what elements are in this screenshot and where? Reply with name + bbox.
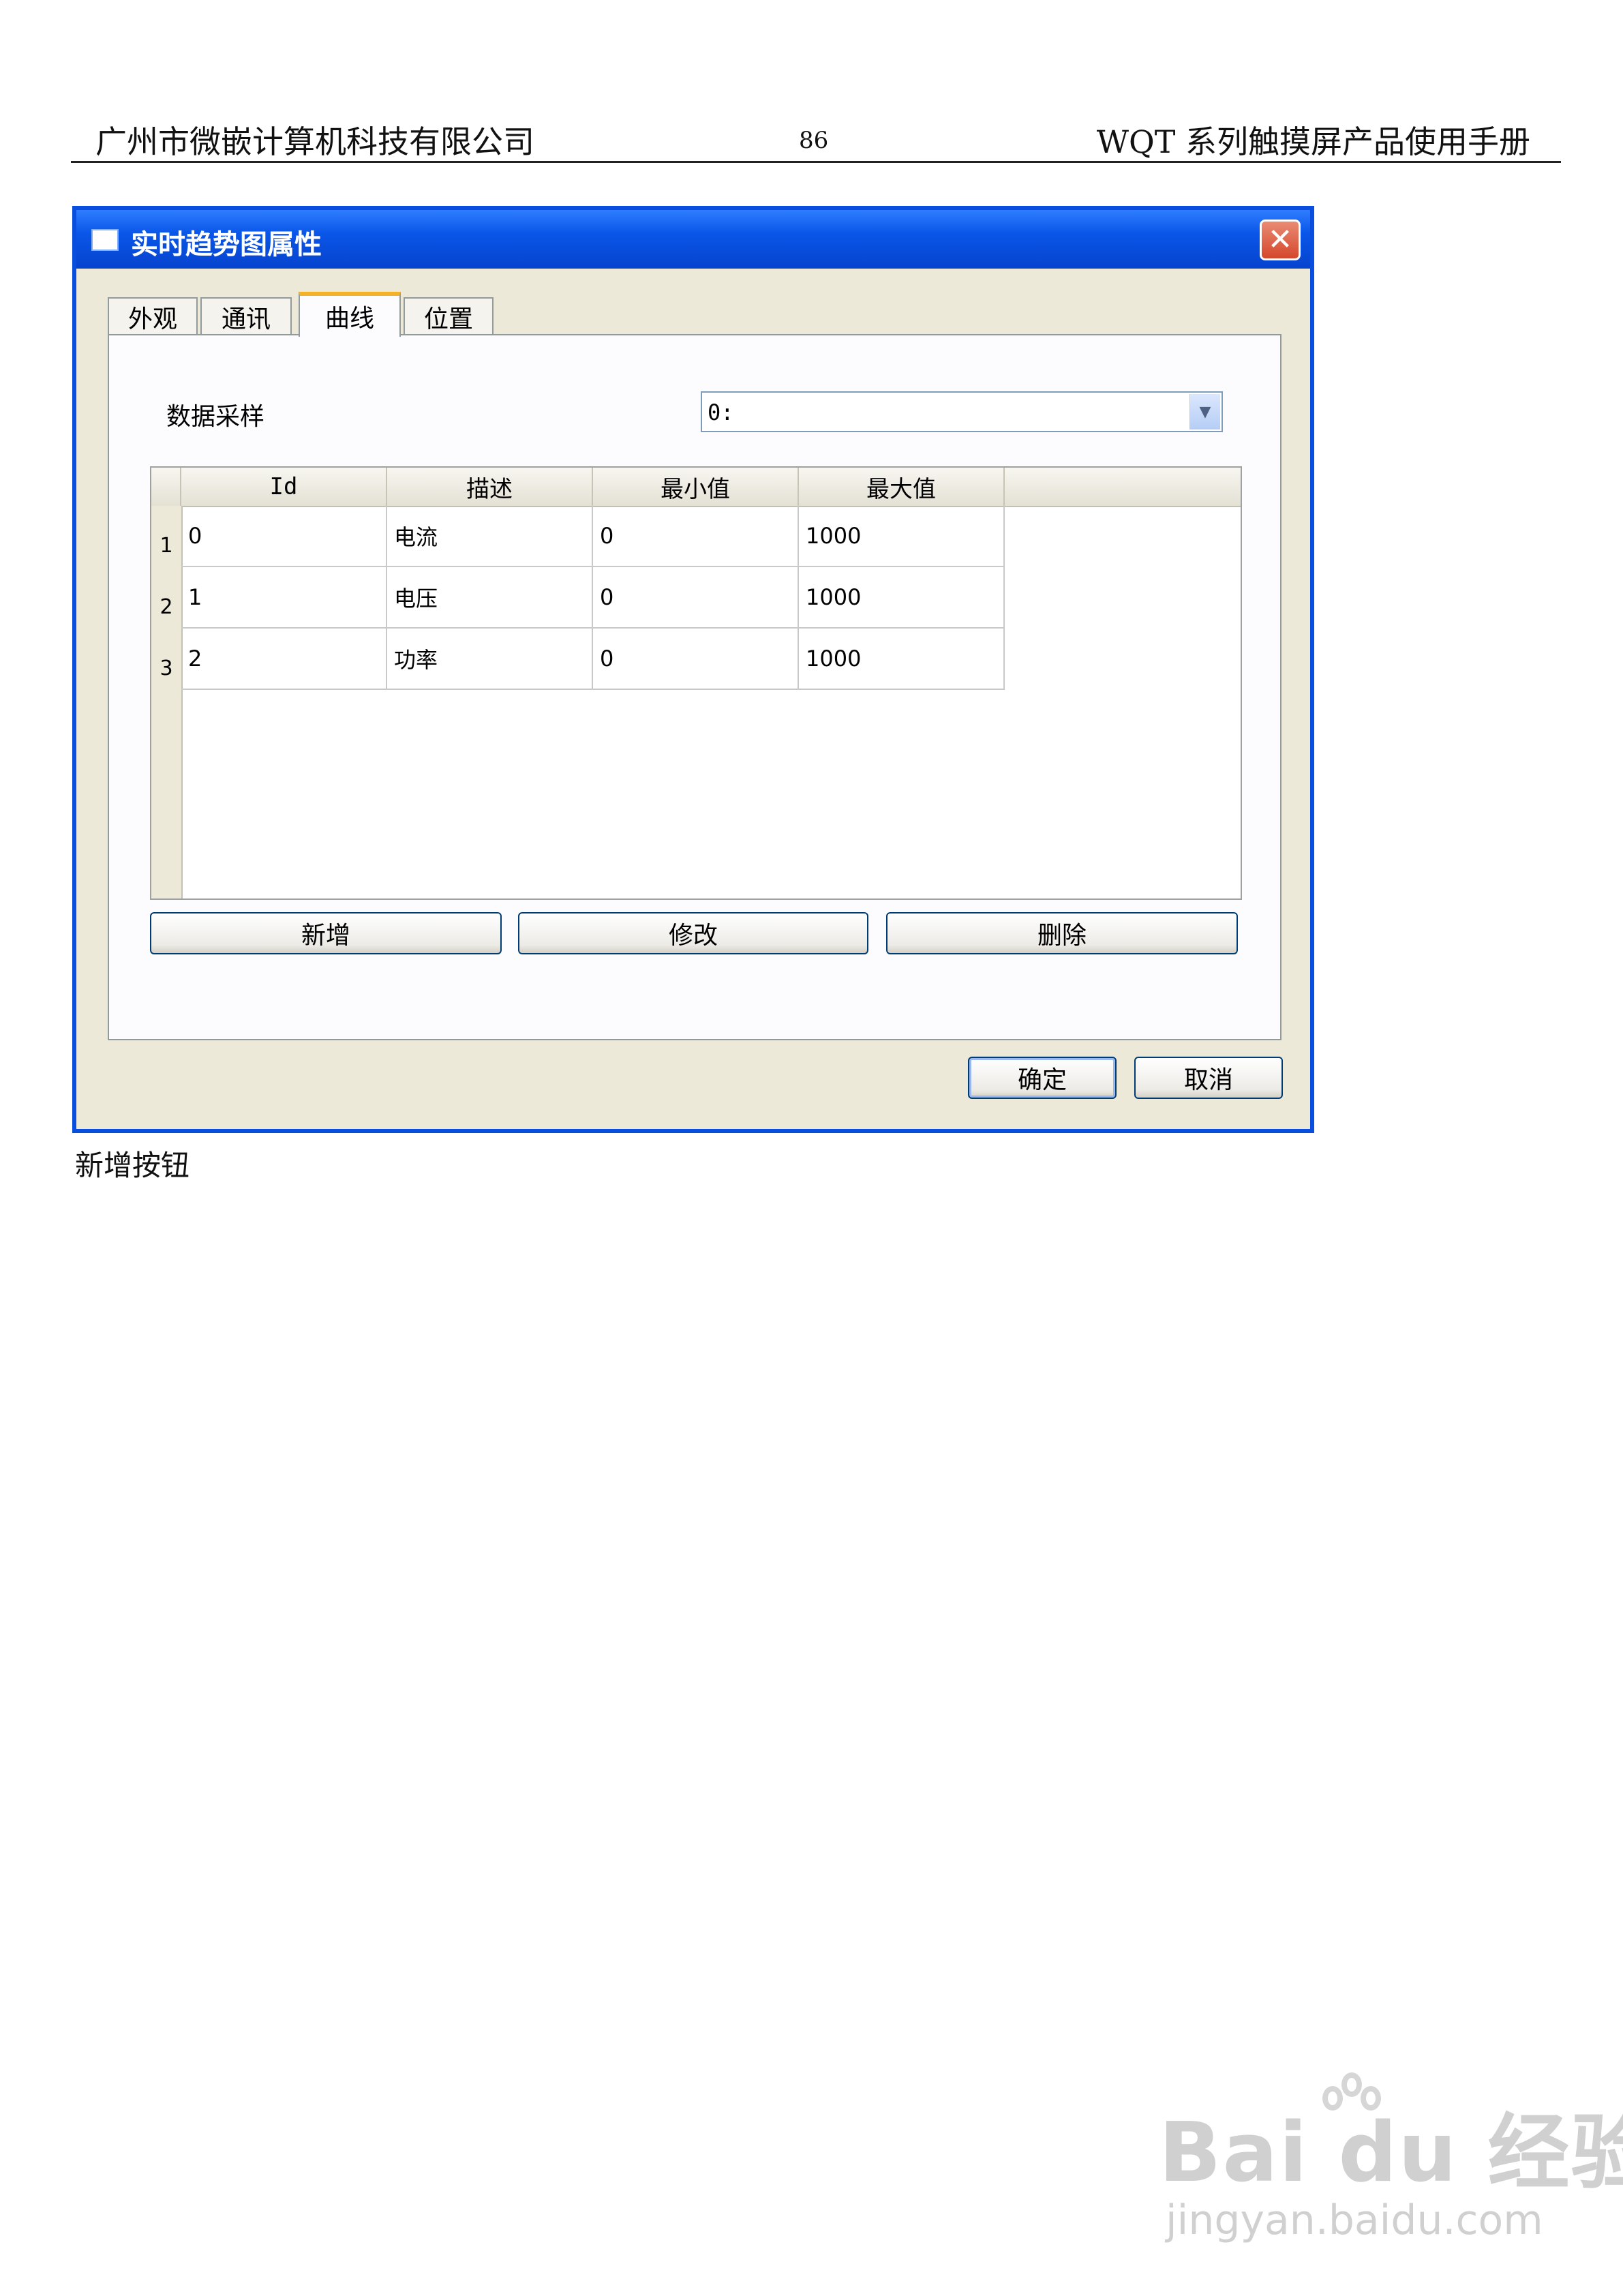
table-cell[interactable]: 1000 [799, 629, 1005, 690]
watermark-brand: Bai du 经验 [1159, 2106, 1623, 2201]
table-cell[interactable]: 2 [181, 629, 387, 690]
add-button[interactable]: 新增 [150, 912, 502, 954]
header-rule [71, 161, 1561, 163]
trend-properties-dialog: 实时趋势图属性 ✕ 外观 通讯 曲线 位置 数据采样 0: ▼ Id 描述 最小… [72, 206, 1314, 1133]
page-header-company: 广州市微嵌计算机科技有限公司 [95, 123, 534, 160]
table-cell[interactable]: 0 [593, 567, 799, 629]
curve-table: Id 描述 最小值 最大值 1 0 电流 0 1000 2 1 电压 0 100… [150, 466, 1242, 900]
column-header-max[interactable]: 最大值 [799, 468, 1005, 506]
dialog-title: 实时趋势图属性 [131, 229, 322, 260]
row-header[interactable]: 1 [151, 506, 181, 567]
table-cell[interactable]: 电压 [387, 567, 593, 629]
close-button[interactable]: ✕ [1260, 220, 1301, 260]
table-cell[interactable]: 0 [181, 506, 387, 567]
page-header-manual-title: WQT 系列触摸屏产品使用手册 [1096, 123, 1530, 160]
tab-position[interactable]: 位置 [404, 297, 494, 335]
ok-button[interactable]: 确定 [968, 1057, 1117, 1099]
column-header-id[interactable]: Id [181, 468, 387, 506]
table-cell[interactable]: 0 [593, 506, 799, 567]
table-cell[interactable]: 0 [593, 629, 799, 690]
column-header-min[interactable]: 最小值 [593, 468, 799, 506]
watermark-url: jingyan.baidu.com [1166, 2196, 1543, 2244]
data-sample-label: 数据采样 [166, 403, 265, 431]
cancel-button[interactable]: 取消 [1134, 1057, 1283, 1099]
figure-caption: 新增按钮 [75, 1149, 190, 1182]
tab-appearance[interactable]: 外观 [108, 297, 198, 335]
title-bar[interactable]: 实时趋势图属性 ✕ [76, 210, 1310, 269]
modify-button[interactable]: 修改 [518, 912, 868, 954]
tab-curve[interactable]: 曲线 [299, 292, 401, 337]
tab-communication[interactable]: 通讯 [200, 297, 292, 335]
row-header[interactable]: 2 [151, 567, 181, 629]
table-cell[interactable]: 1000 [799, 506, 1005, 567]
data-sample-select[interactable]: 0: ▼ [701, 391, 1223, 432]
column-header-description[interactable]: 描述 [387, 468, 593, 506]
window-icon [91, 229, 119, 251]
data-sample-value: 0: [708, 399, 734, 425]
table-header: Id 描述 最小值 最大值 [151, 468, 1241, 507]
corner-header [151, 468, 181, 506]
table-cell[interactable]: 功率 [387, 629, 593, 690]
chevron-down-icon[interactable]: ▼ [1189, 394, 1220, 429]
close-icon: ✕ [1267, 222, 1293, 257]
delete-button[interactable]: 删除 [886, 912, 1238, 954]
table-cell[interactable]: 1000 [799, 567, 1005, 629]
table-cell[interactable]: 1 [181, 567, 387, 629]
curve-tab-panel: 数据采样 0: ▼ Id 描述 最小值 最大值 1 0 电流 0 1000 2 … [108, 334, 1281, 1040]
row-header[interactable]: 3 [151, 629, 181, 690]
page-number: 86 [799, 127, 829, 154]
table-cell[interactable]: 电流 [387, 506, 593, 567]
